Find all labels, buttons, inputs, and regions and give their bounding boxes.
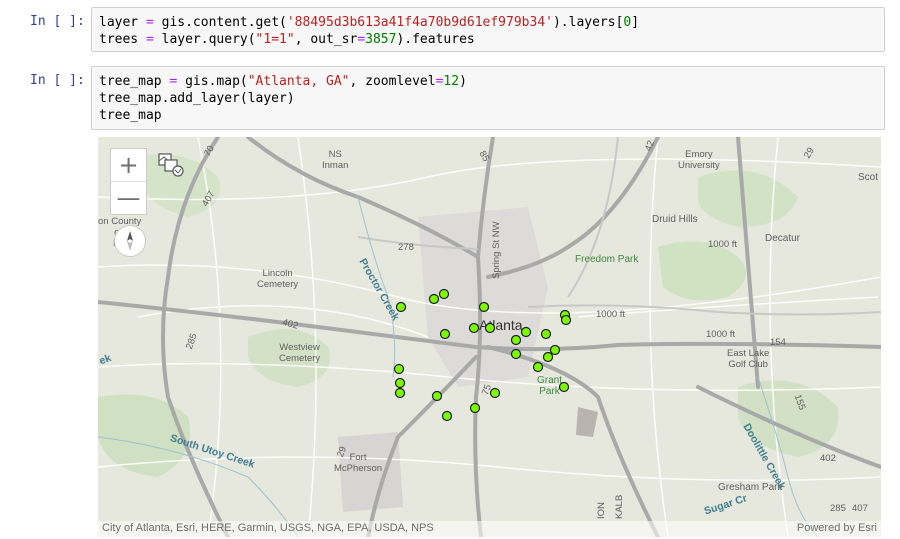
code-token: tree_map.add_layer(layer): [99, 91, 295, 106]
tree-point[interactable]: [478, 301, 490, 313]
compass-button[interactable]: [114, 225, 146, 257]
code-token: 3857: [365, 32, 397, 47]
map-attribution: City of Atlanta, Esri, HERE, Garmin, USG…: [98, 521, 881, 537]
tree-points-layer[interactable]: [98, 137, 881, 537]
zoom-out-button[interactable]: —: [111, 181, 146, 214]
code-token: ): [459, 74, 467, 89]
compass-icon: [127, 231, 133, 251]
code-line: tree_map: [99, 107, 877, 124]
cell-prompt: In [ ]:: [30, 14, 85, 29]
code-token: =: [145, 15, 154, 30]
code-token: ).features: [396, 32, 475, 47]
code-line: tree_map = gis.map("Atlanta, GA", zoomle…: [99, 73, 877, 90]
code-token: '88495d3b613a41f4a70b9d61ef979b34': [286, 15, 553, 30]
tree-point[interactable]: [510, 334, 522, 346]
code-token: gis.map(: [177, 74, 248, 89]
powered-by-esri-link[interactable]: Powered by Esri: [797, 522, 877, 534]
code-token: "Atlanta, GA": [247, 74, 350, 89]
basemap-toggle-button[interactable]: [156, 151, 186, 181]
zoom-in-button[interactable]: +: [111, 149, 146, 181]
tree-point[interactable]: [439, 328, 451, 340]
code-token: tree_map: [99, 108, 162, 123]
tree-point[interactable]: [542, 351, 554, 363]
tree-point[interactable]: [394, 377, 406, 389]
code-input[interactable]: tree_map = gis.map("Atlanta, GA", zoomle…: [91, 66, 885, 130]
code-token: , out_sr: [294, 32, 358, 47]
tree-point[interactable]: [510, 348, 522, 360]
code-token: layer: [99, 15, 146, 30]
code-token: =: [145, 32, 154, 47]
code-line: trees = layer.query("1=1", out_sr=3857).…: [99, 31, 877, 48]
zoom-controls: + —: [110, 148, 147, 215]
code-token: "1=1": [255, 32, 295, 47]
code-token: layer.query(: [153, 32, 256, 47]
tree-point[interactable]: [468, 322, 480, 334]
code-input[interactable]: layer = gis.content.get('88495d3b613a41f…: [91, 7, 885, 52]
cell-prompt: In [ ]:: [30, 73, 85, 88]
code-token: =: [357, 32, 366, 47]
code-token: , zoomlevel: [349, 74, 436, 89]
tree-point[interactable]: [431, 390, 443, 402]
code-token: gis.content.get(: [153, 15, 287, 30]
tree-point[interactable]: [549, 344, 561, 356]
code-token: tree_map: [99, 74, 170, 89]
tree-point[interactable]: [484, 322, 496, 334]
code-token: ]: [631, 15, 640, 30]
tree-point[interactable]: [560, 314, 572, 326]
map-widget[interactable]: NS Inman Emory University Scot Druid Hills D…: [98, 137, 881, 537]
tree-point[interactable]: [540, 328, 552, 340]
tree-point[interactable]: [489, 387, 501, 399]
attribution-text: City of Atlanta, Esri, HERE, Garmin, USG…: [102, 522, 434, 534]
code-line: tree_map.add_layer(layer): [99, 90, 877, 107]
tree-point[interactable]: [393, 363, 405, 375]
tree-point[interactable]: [394, 387, 406, 399]
tree-point[interactable]: [532, 361, 544, 373]
code-line: layer = gis.content.get('88495d3b613a41f…: [99, 14, 877, 31]
code-token: 12: [443, 74, 460, 89]
tree-point[interactable]: [441, 410, 453, 422]
code-token: ).layers[: [552, 15, 624, 30]
tree-point[interactable]: [395, 301, 407, 313]
basemap-toggle-icon: [158, 153, 184, 177]
tree-point[interactable]: [558, 381, 570, 393]
code-token: trees: [99, 32, 146, 47]
tree-point[interactable]: [438, 288, 450, 300]
tree-point[interactable]: [428, 293, 440, 305]
tree-point[interactable]: [469, 402, 481, 414]
tree-point[interactable]: [520, 326, 532, 338]
